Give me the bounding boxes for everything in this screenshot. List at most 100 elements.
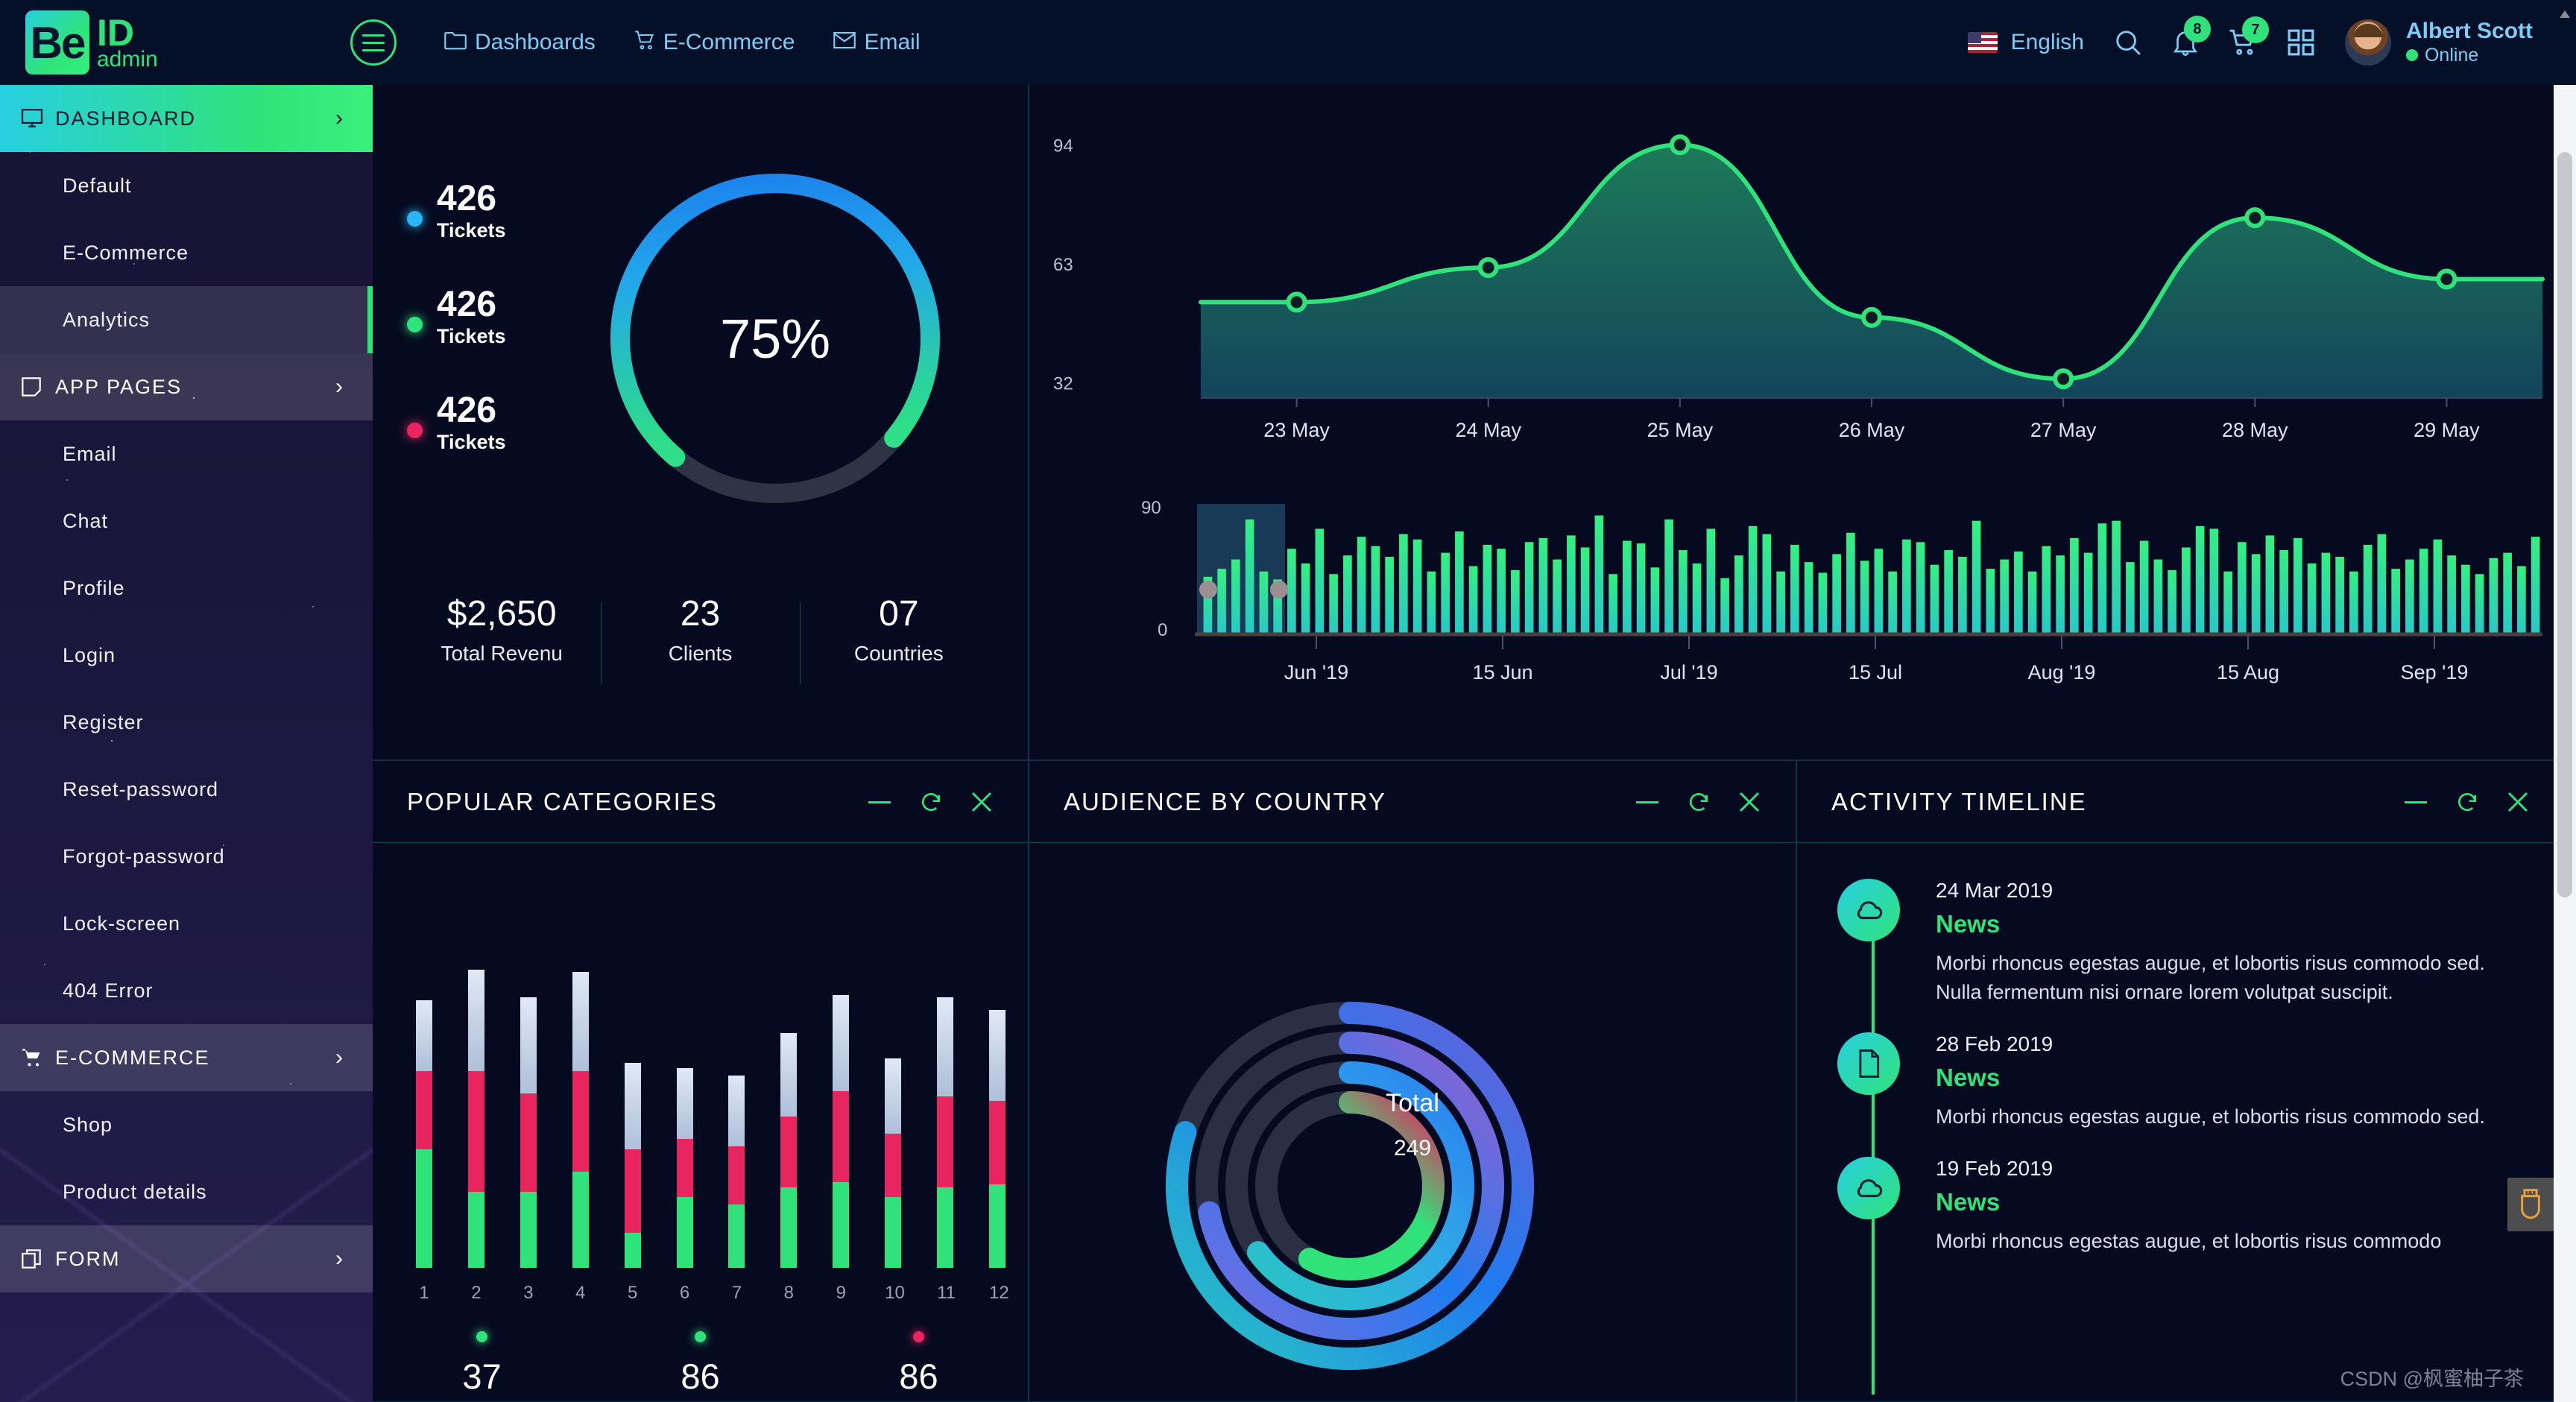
- sidebar-item-reset-password[interactable]: Reset-password: [0, 756, 373, 823]
- bar[interactable]: [937, 997, 954, 1268]
- sidebar-item-app-pages[interactable]: APP PAGES ›: [0, 353, 373, 420]
- refresh-icon[interactable]: [919, 790, 943, 814]
- chevron-right-icon: ›: [335, 106, 343, 130]
- svg-text:90: 90: [1141, 498, 1161, 518]
- chevron-right-icon: ›: [335, 374, 343, 399]
- refresh-icon[interactable]: [2455, 790, 2479, 814]
- kpi-countries: 07 Countries: [799, 593, 998, 684]
- sidebar-item-profile[interactable]: Profile: [0, 555, 373, 622]
- stat-value: 86: [899, 1357, 938, 1396]
- sidebar-item-register[interactable]: Register: [0, 689, 373, 756]
- sidebar-item-default[interactable]: Default: [0, 152, 373, 219]
- scroll-up-arrow-icon[interactable]: [2560, 10, 2570, 18]
- sidebar-item-forgot-password[interactable]: Forgot-password: [0, 823, 373, 890]
- sidebar-item-ecommerce[interactable]: E-Commerce: [0, 219, 373, 286]
- user-menu[interactable]: Albert Scott Online: [2344, 19, 2533, 66]
- bar[interactable]: [780, 1032, 798, 1268]
- area-chart-svg[interactable]: 32 63 94 23 May 24 May 25 May 26 May 27 May 28 M…: [1029, 85, 2565, 760]
- nav-dashboards[interactable]: Dashboards: [444, 30, 596, 55]
- kpi-label: Countries: [853, 641, 944, 665]
- sidebar-item-analytics[interactable]: Analytics: [0, 286, 373, 353]
- user-info: Albert Scott Online: [2405, 19, 2533, 66]
- bar-segment: [467, 1192, 484, 1268]
- stat-value: 37: [462, 1357, 502, 1396]
- bar[interactable]: [572, 972, 589, 1268]
- legend-value: 426: [437, 285, 497, 325]
- card-header: ACTIVITY TIMELINE: [1797, 761, 2564, 843]
- bar-label: 3: [523, 1283, 534, 1303]
- radial-total-value: 249: [1393, 1136, 1432, 1161]
- timeline-text: Morbi rhoncus egestas augue, et lobortis…: [1936, 1230, 2442, 1253]
- close-icon[interactable]: [2506, 790, 2530, 814]
- user-status-label: Online: [2424, 44, 2479, 66]
- sidebar-item-lock-screen[interactable]: Lock-screen: [0, 890, 373, 957]
- header-right-tools: English 8 7 Albert Scott Online: [1967, 16, 2576, 66]
- chevron-right-icon: ›: [335, 1045, 343, 1070]
- timeline-date: 24 Mar 2019: [1936, 879, 2053, 902]
- sidebar-item-login[interactable]: Login: [0, 622, 373, 689]
- sidebar-item-404-error[interactable]: 404 Error: [0, 957, 373, 1024]
- grid-apps-icon[interactable]: [2287, 28, 2315, 57]
- svg-text:27 May: 27 May: [2030, 419, 2097, 441]
- sidebar-item-chat[interactable]: Chat: [0, 487, 373, 555]
- legend-dot-icon: [407, 317, 423, 333]
- bar[interactable]: [885, 1058, 902, 1268]
- list-item[interactable]: 19 Feb 2019 News Morbi rhoncus egestas a…: [1831, 1157, 2534, 1256]
- scrollbar-thumb[interactable]: [2557, 152, 2572, 897]
- sidebar-item-form[interactable]: FORM ›: [0, 1225, 373, 1292]
- usb-extension-icon[interactable]: [2507, 1178, 2554, 1231]
- language-label: English: [2010, 30, 2084, 54]
- nav-ecommerce[interactable]: E-Commerce: [634, 30, 795, 56]
- radial-total-label: Total: [1386, 1089, 1439, 1117]
- minimize-icon[interactable]: [1635, 798, 1660, 806]
- minimize-icon[interactable]: [2403, 798, 2428, 806]
- card-header: POPULAR CATEGORIES: [373, 761, 1028, 843]
- sidebar-label: APP PAGES: [55, 375, 183, 398]
- top-navigation: Dashboards E-Commerce Email: [444, 30, 920, 56]
- cart-icon[interactable]: 7: [2229, 16, 2269, 57]
- stat-new: 37 New: [373, 1331, 591, 1402]
- brand-logo[interactable]: Be ID admin: [0, 0, 373, 85]
- online-dot-icon: [2405, 49, 2418, 62]
- bar[interactable]: [520, 997, 537, 1268]
- svg-text:15 Aug: 15 Aug: [2217, 661, 2279, 683]
- bar-segment: [572, 1172, 589, 1268]
- bar[interactable]: [833, 994, 850, 1268]
- close-icon[interactable]: [1737, 790, 1761, 814]
- vertical-scrollbar[interactable]: [2554, 10, 2576, 1402]
- sidebar-item-dashboard[interactable]: DASHBOARD ›: [0, 85, 373, 152]
- popular-categories-stats: 37 New 86 Open 86 Response: [373, 1331, 1028, 1402]
- bar[interactable]: [676, 1068, 693, 1268]
- sidebar-item-shop[interactable]: Shop: [0, 1091, 373, 1158]
- nav-email[interactable]: Email: [833, 30, 920, 55]
- list-item[interactable]: 28 Feb 2019 News Morbi rhoncus egestas a…: [1831, 1032, 2534, 1131]
- list-item[interactable]: 24 Mar 2019 News Morbi rhoncus egestas a…: [1831, 879, 2534, 1007]
- hamburger-bar: [362, 48, 385, 51]
- nav-dashboards-label: Dashboards: [475, 30, 596, 54]
- hamburger-icon[interactable]: [350, 19, 397, 66]
- avatar: [2344, 19, 2391, 66]
- language-switcher[interactable]: English: [1967, 30, 2084, 55]
- refresh-icon[interactable]: [1687, 790, 1711, 814]
- kpi-label: Total Revenu: [441, 641, 563, 665]
- sidebar-item-e-commerce-group[interactable]: E-COMMERCE ›: [0, 1024, 373, 1091]
- envelope-icon: [833, 31, 856, 54]
- kpi-clients: 23 Clients: [601, 593, 799, 684]
- bar[interactable]: [467, 970, 484, 1268]
- copy-icon: [21, 1248, 51, 1269]
- monitor-icon: [21, 109, 51, 128]
- search-icon[interactable]: [2114, 28, 2142, 57]
- bar-label: 1: [419, 1283, 429, 1303]
- cart-badge: 7: [2241, 16, 2269, 43]
- bar[interactable]: [416, 1000, 432, 1268]
- minimize-icon[interactable]: [867, 798, 892, 806]
- bell-icon[interactable]: 8: [2172, 16, 2211, 57]
- bar[interactable]: [624, 1063, 641, 1268]
- logo-id: ID: [97, 12, 134, 54]
- bar[interactable]: [988, 1010, 1006, 1268]
- sidebar-item-email[interactable]: Email: [0, 420, 373, 487]
- sidebar-item-product-details[interactable]: Product details: [0, 1158, 373, 1225]
- bar-segment: [833, 1090, 850, 1182]
- close-icon[interactable]: [970, 790, 994, 814]
- bar[interactable]: [728, 1076, 745, 1268]
